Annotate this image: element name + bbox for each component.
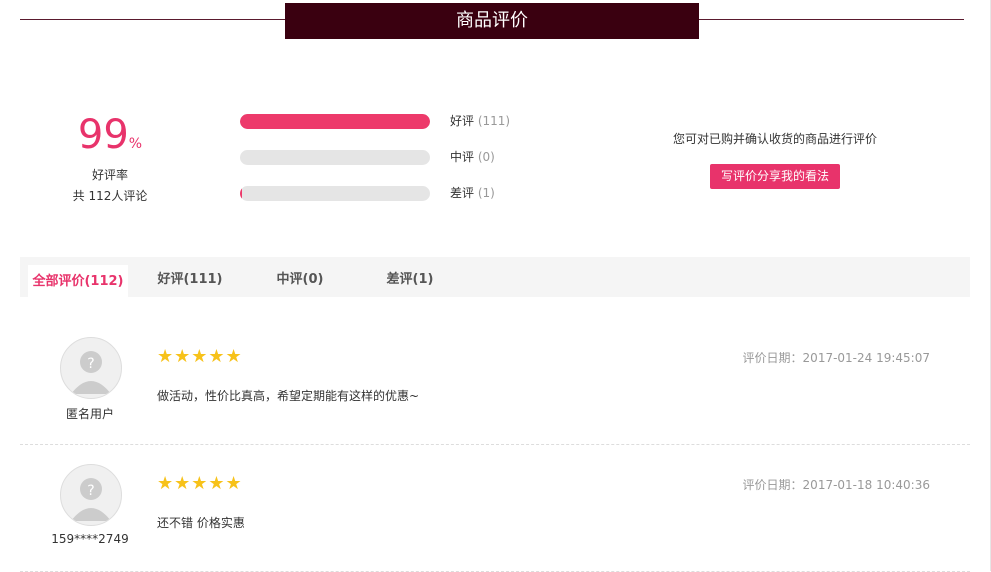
bar-label: 好评 (111): [450, 114, 510, 129]
bar-label-text: 差评: [450, 186, 475, 200]
review-date: 评价日期：2017-01-24 19:45:07: [742, 351, 930, 365]
star-rating: ★★★★★: [157, 473, 243, 494]
rating-unit: %: [128, 136, 143, 152]
bar-fill: [240, 186, 242, 201]
bar-label: 中评 (0): [450, 150, 495, 165]
rating-summary: 99% 好评率 共 112人评论: [40, 110, 180, 204]
star-rating: ★★★★★: [157, 346, 243, 367]
rating-bar-bad: 差评 (1): [240, 186, 540, 202]
bar-track: [240, 150, 430, 165]
bar-fill: [240, 114, 430, 129]
review-text: 做活动，性价比真高，希望定期能有这样的优惠~: [157, 389, 420, 403]
bar-label: 差评 (1): [450, 186, 495, 201]
bar-track: [240, 114, 430, 129]
reviewer-name: 匿名用户: [65, 407, 114, 421]
write-review-prompt: 您可对已购并确认收货的商品进行评价: [672, 132, 877, 146]
review-date: 评价日期：2017-01-18 10:40:36: [742, 478, 930, 492]
svg-text:?: ?: [87, 483, 94, 499]
bar-label-text: 好评: [450, 114, 475, 128]
total-reviews: 共 112人评论: [72, 189, 148, 203]
review-item: ? 匿名用户 ★★★★★ 做活动，性价比真高，希望定期能有这样的优惠~ 评价日期…: [20, 317, 970, 445]
tab-neutral[interactable]: 中评(0): [265, 265, 335, 297]
review-text: 还不错 价格实惠: [157, 516, 245, 530]
rating-bar-neutral: 中评 (0): [240, 150, 540, 166]
rating-value: 99: [77, 112, 129, 158]
section-title: 商品评价: [285, 3, 699, 39]
bar-count: (1): [477, 186, 495, 200]
avatar-placeholder-icon: ?: [60, 464, 122, 526]
bar-label-text: 中评: [450, 150, 475, 164]
bar-count: (111): [477, 114, 511, 128]
review-item: ? 159****2749 ★★★★★ 还不错 价格实惠 评价日期：2017-0…: [20, 444, 970, 572]
bar-track: [240, 186, 430, 201]
tab-bad[interactable]: 差评(1): [375, 265, 445, 297]
write-review-button[interactable]: 写评价分享我的看法: [710, 164, 840, 189]
reviewer-name: 159****2749: [51, 532, 129, 546]
bar-count: (0): [477, 150, 495, 164]
rating-bar-good: 好评 (111): [240, 114, 540, 130]
tab-all[interactable]: 全部评价(112): [28, 265, 128, 299]
rating-percentage: 99%: [40, 110, 180, 160]
review-filter-tabs: 全部评价(112) 好评(111) 中评(0) 差评(1): [20, 257, 970, 299]
tab-good[interactable]: 好评(111): [150, 265, 230, 297]
avatar-placeholder-icon: ?: [60, 337, 122, 399]
svg-text:?: ?: [87, 356, 94, 372]
rating-label: 好评率: [91, 168, 128, 182]
